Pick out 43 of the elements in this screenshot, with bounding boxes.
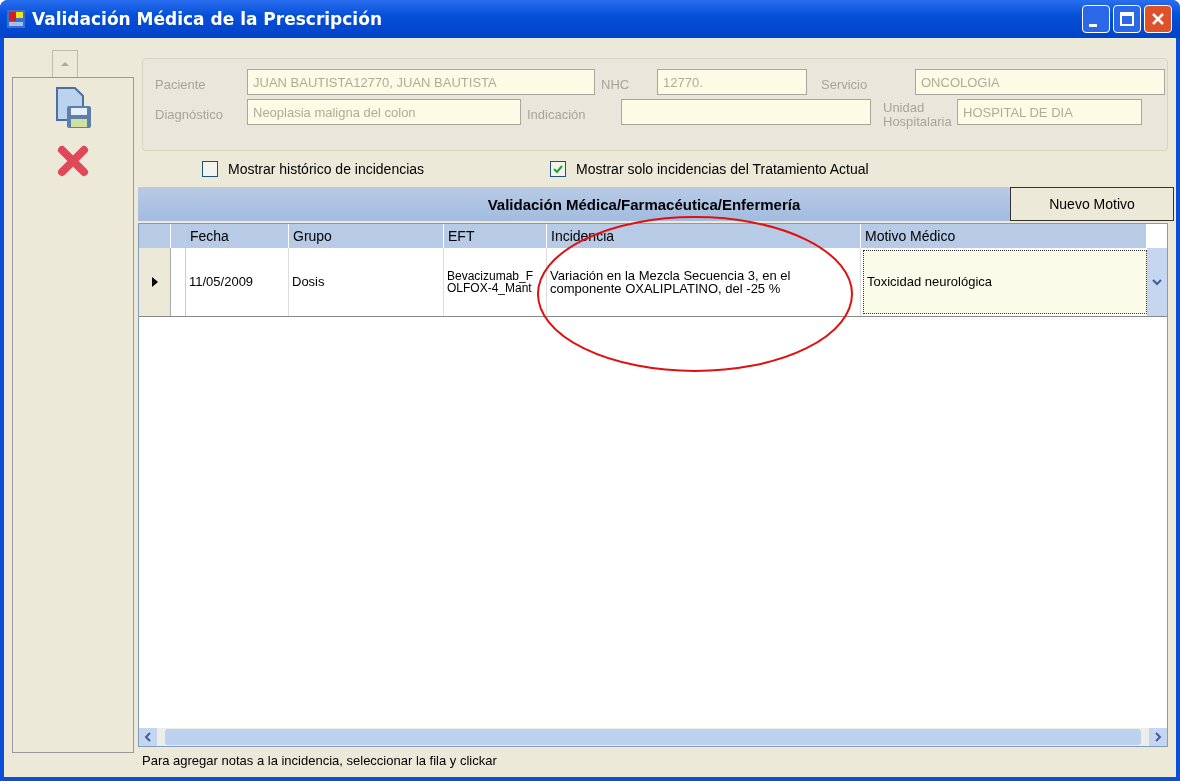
field-label: Paciente bbox=[155, 76, 207, 92]
table-cell: Variación en la Mezcla Secuencia 3, en el componente OXALIPLATINO, del -25 % bbox=[547, 248, 861, 317]
delete-icon[interactable] bbox=[56, 144, 90, 178]
app-icon bbox=[6, 9, 26, 29]
text-field[interactable] bbox=[621, 99, 871, 125]
current-row-icon bbox=[151, 277, 158, 288]
field-label: NHC bbox=[600, 76, 631, 92]
maximize-icon bbox=[1117, 9, 1137, 29]
horizontal-scrollbar[interactable] bbox=[139, 728, 1167, 746]
checkbox[interactable] bbox=[550, 161, 567, 178]
chevron-right-icon bbox=[1154, 732, 1162, 742]
window-title: Validación Médica de la Prescripción bbox=[32, 9, 383, 29]
checkbox-label: Mostrar solo incidencias del Tratamiento Actual bbox=[576, 161, 869, 178]
dropdown-button[interactable] bbox=[1147, 248, 1167, 317]
column-header[interactable]: EFT bbox=[444, 224, 547, 249]
column-header[interactable]: Motivo Médico bbox=[861, 224, 1147, 249]
maximize-button[interactable] bbox=[1113, 5, 1141, 33]
chevron-down-icon bbox=[1152, 278, 1162, 287]
field-label: Diagnóstico bbox=[155, 106, 224, 122]
save-icon[interactable] bbox=[53, 86, 93, 130]
field-label: Indicación bbox=[526, 106, 587, 122]
new-reason-button[interactable]: Nuevo Motivo bbox=[1010, 187, 1174, 222]
reason-dropdown[interactable]: Toxicidad neurológica bbox=[863, 250, 1147, 315]
status-text: Para agregar notas a la incidencia, seleccionar la fila y clickar bbox=[141, 752, 498, 770]
field-label: Servicio bbox=[820, 76, 869, 92]
table-cell: Bevacizumab_FOLFOX-4_Mant bbox=[444, 248, 547, 317]
caret-up-icon bbox=[60, 61, 70, 67]
column-header[interactable]: Grupo bbox=[289, 224, 444, 249]
grid-title: Validación Médica/Farmacéutica/Enfermería bbox=[486, 195, 802, 213]
chevron-left-icon bbox=[144, 732, 152, 742]
column-header[interactable]: Fecha bbox=[186, 224, 289, 249]
row-header[interactable] bbox=[139, 248, 171, 317]
checkbox[interactable] bbox=[202, 161, 218, 178]
minimize-button[interactable] bbox=[1082, 5, 1110, 33]
scroll-right-button[interactable] bbox=[1149, 728, 1167, 746]
scroll-left-button[interactable] bbox=[139, 728, 157, 746]
minimize-icon bbox=[1089, 23, 1097, 27]
checkbox-label: Mostrar histórico de incidencias bbox=[228, 161, 425, 178]
table-cell: 11/05/2009 bbox=[186, 248, 289, 317]
field-label: Unidad Hospitalaria bbox=[882, 99, 953, 129]
close-button[interactable] bbox=[1144, 5, 1172, 33]
scrollbar-thumb[interactable] bbox=[165, 729, 1141, 745]
table-cell: Dosis bbox=[289, 248, 444, 317]
